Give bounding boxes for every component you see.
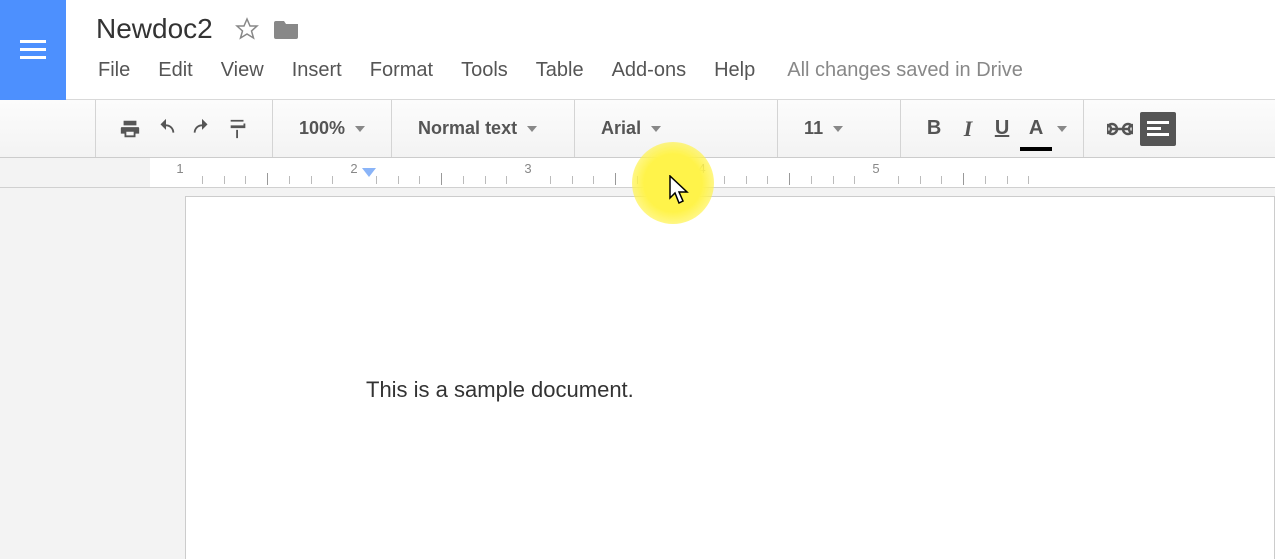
- ruler-tick: [289, 176, 290, 184]
- ruler-tick: [920, 176, 921, 184]
- menu-edit[interactable]: Edit: [144, 55, 206, 86]
- ruler-number: 2: [350, 161, 357, 176]
- ruler-tick: [854, 176, 855, 184]
- ruler-tick: [898, 176, 899, 184]
- ruler-number: 1: [176, 161, 183, 176]
- ruler-tick: [224, 176, 225, 184]
- menu-view[interactable]: View: [207, 55, 278, 86]
- ruler-tick: [659, 176, 660, 184]
- document-area: This is a sample document.: [0, 188, 1275, 559]
- bold-button[interactable]: B: [917, 112, 951, 146]
- ruler-tick: [332, 176, 333, 184]
- link-icon: [1107, 121, 1133, 137]
- ruler-tick: [506, 176, 507, 184]
- move-to-folder-button[interactable]: [273, 15, 301, 43]
- document-body-text[interactable]: This is a sample document.: [366, 377, 1274, 403]
- ruler-tick: [267, 173, 268, 185]
- chevron-down-icon: [833, 126, 843, 132]
- print-button[interactable]: [112, 112, 148, 146]
- ruler-tick: [767, 176, 768, 184]
- ruler-tick: [550, 176, 551, 184]
- insert-link-button[interactable]: [1100, 112, 1140, 146]
- menu-format[interactable]: Format: [356, 55, 447, 86]
- document-title[interactable]: Newdoc2: [96, 13, 213, 45]
- redo-icon: [191, 118, 213, 140]
- chevron-down-icon: [651, 126, 661, 132]
- ruler-tick: [811, 176, 812, 184]
- ruler-tick: [637, 176, 638, 184]
- toolbar: 100% Normal text Arial 11 B I U A: [0, 100, 1275, 158]
- ruler-tick: [311, 176, 312, 184]
- align-button[interactable]: [1140, 112, 1176, 146]
- menu-file[interactable]: File: [96, 55, 144, 86]
- font-size-value: 11: [804, 118, 823, 139]
- undo-icon: [155, 118, 177, 140]
- menu-tools[interactable]: Tools: [447, 55, 522, 86]
- chevron-down-icon: [355, 126, 365, 132]
- align-left-icon: [1147, 121, 1169, 137]
- ruler-tick: [419, 176, 420, 184]
- paint-roller-icon: [227, 118, 249, 140]
- ruler-tick: [833, 176, 834, 184]
- docs-home-button[interactable]: [0, 0, 66, 100]
- ruler-number: 3: [524, 161, 531, 176]
- star-outline-icon: [235, 17, 259, 41]
- ruler-tick: [1028, 176, 1029, 184]
- ruler-tick: [398, 176, 399, 184]
- ruler-tick: [724, 176, 725, 184]
- ruler-tick: [202, 176, 203, 184]
- indent-marker[interactable]: [362, 168, 376, 177]
- italic-button[interactable]: I: [951, 112, 985, 146]
- ruler-tick: [789, 173, 790, 185]
- ruler-tick: [963, 173, 964, 185]
- ruler-number: 4: [698, 161, 705, 176]
- ruler-tick: [985, 176, 986, 184]
- ruler-tick: [485, 176, 486, 184]
- ruler-tick: [1007, 176, 1008, 184]
- ruler-tick: [593, 176, 594, 184]
- page[interactable]: This is a sample document.: [185, 196, 1275, 559]
- font-size-select[interactable]: 11: [794, 118, 884, 139]
- ruler-tick: [376, 176, 377, 184]
- color-bar: [1020, 147, 1052, 151]
- underline-button[interactable]: U: [985, 112, 1019, 146]
- ruler-tick: [746, 176, 747, 184]
- horizontal-ruler[interactable]: 1 2 3 4 5: [0, 158, 1275, 188]
- folder-icon: [273, 17, 301, 41]
- font-family-value: Arial: [601, 118, 641, 139]
- zoom-value: 100%: [299, 118, 345, 139]
- app-header: Newdoc2 File Edit View Insert Format Too…: [0, 0, 1275, 100]
- zoom-select[interactable]: 100%: [289, 118, 375, 139]
- menu-help[interactable]: Help: [700, 55, 769, 86]
- ruler-tick: [615, 173, 616, 185]
- menu-insert[interactable]: Insert: [278, 55, 356, 86]
- ruler-tick: [680, 176, 681, 184]
- paragraph-style-value: Normal text: [418, 118, 517, 139]
- font-family-select[interactable]: Arial: [591, 118, 761, 139]
- menubar: File Edit View Insert Format Tools Table…: [96, 50, 1275, 90]
- menu-icon: [20, 40, 46, 60]
- chevron-down-icon: [1057, 126, 1067, 132]
- star-button[interactable]: [233, 15, 261, 43]
- menu-addons[interactable]: Add-ons: [598, 55, 701, 86]
- paragraph-style-select[interactable]: Normal text: [408, 118, 558, 139]
- ruler-tick: [941, 176, 942, 184]
- paint-format-button[interactable]: [220, 112, 256, 146]
- ruler-number: 5: [872, 161, 879, 176]
- ruler-tick: [441, 173, 442, 185]
- menu-table[interactable]: Table: [522, 55, 598, 86]
- print-icon: [119, 118, 141, 140]
- chevron-down-icon: [527, 126, 537, 132]
- ruler-tick: [463, 176, 464, 184]
- text-color-button[interactable]: A: [1019, 112, 1053, 146]
- undo-button[interactable]: [148, 112, 184, 146]
- ruler-tick: [572, 176, 573, 184]
- ruler-tick: [245, 176, 246, 184]
- save-status: All changes saved in Drive: [787, 59, 1023, 82]
- text-color-letter: A: [1029, 117, 1043, 140]
- redo-button[interactable]: [184, 112, 220, 146]
